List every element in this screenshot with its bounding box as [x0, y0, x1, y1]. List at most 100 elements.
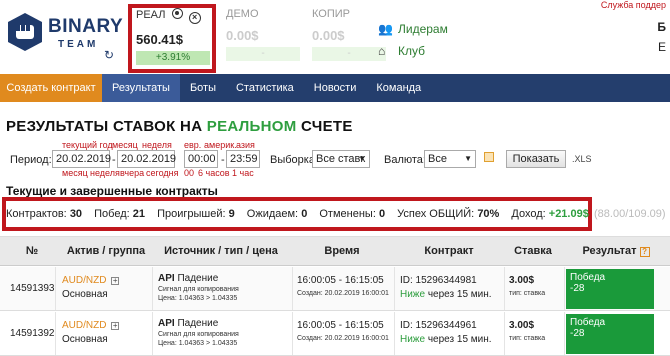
nav-results[interactable]: Результаты: [102, 74, 180, 102]
stat-income-label: Доход:: [511, 208, 546, 220]
hint-month-bottom[interactable]: месяц: [62, 168, 88, 178]
stat-income-detail: (88.00/109.09): [594, 208, 666, 220]
help-icon[interactable]: ?: [639, 247, 650, 257]
th-number[interactable]: №: [20, 245, 44, 257]
page-title: РЕЗУЛЬТАТЫ СТАВОК НА РЕАЛЬНОМ СЧЕТЕ: [6, 118, 353, 135]
stat-cancelled-label: Отменены:: [319, 208, 376, 220]
top-header: BINARY TEAM ↻ РЕАЛ × 560.41$ +3.91% ДЕМО…: [0, 0, 670, 73]
club-label: Клуб: [398, 44, 425, 58]
show-button[interactable]: Показать: [506, 150, 566, 168]
stat-waiting-label: Ожидаем:: [246, 208, 299, 220]
row-source: API Падение: [158, 273, 219, 284]
row-contract-id: ID: 15296344961: [400, 320, 477, 331]
user-secondary: Е: [657, 40, 666, 54]
row-asset[interactable]: AUD/NZD +: [62, 275, 120, 286]
club-link[interactable]: ⌂ Клуб: [378, 42, 448, 64]
row-id: 14591392: [10, 328, 55, 339]
nav-bots[interactable]: Боты: [180, 74, 226, 102]
account-copy[interactable]: КОПИР 0.00$ -: [312, 8, 386, 64]
hint-asia[interactable]: азия: [236, 140, 255, 150]
hint-6-hours[interactable]: 6 часов: [198, 168, 230, 178]
stat-losses-label: Проигрышей:: [157, 208, 226, 220]
table-row[interactable]: 14591393 AUD/NZD + Основная API Падение …: [0, 267, 670, 311]
row-price: Цена: 1.04363 > 1.04335: [158, 295, 238, 302]
title-highlight: РЕАЛЬНОМ: [206, 118, 297, 135]
nav-create-contract[interactable]: Создать контракт: [0, 74, 102, 102]
row-contract-direction: Ниже через 15 мин.: [400, 334, 492, 345]
row-id: 14591393: [10, 283, 55, 294]
user-initial: Б: [657, 20, 666, 34]
support-link[interactable]: Служба поддер: [601, 0, 666, 10]
date-to-input[interactable]: 20.02.2019: [117, 150, 176, 168]
header-links: 👥 Лидерам ⌂ Клуб: [378, 20, 448, 64]
stat-waiting: 0: [301, 208, 308, 220]
row-price: Цена: 1.04363 > 1.04335: [158, 340, 238, 347]
row-signal: Сигнал для копирования: [158, 331, 239, 338]
table-row[interactable]: 14591392 AUD/NZD + Основная API Падение …: [0, 312, 670, 356]
row-stake-type: тип: ставка: [509, 290, 546, 297]
time-to-input[interactable]: 23:59: [226, 150, 260, 168]
nav-statistics[interactable]: Статистика: [226, 74, 304, 102]
nav-news[interactable]: Новости: [304, 74, 367, 102]
nav-team[interactable]: Команда: [366, 74, 431, 102]
th-contract[interactable]: Контракт: [394, 245, 504, 257]
th-source[interactable]: Источник / тип / цена: [152, 245, 290, 257]
hint-1-hour[interactable]: 1 час: [232, 168, 254, 178]
th-time[interactable]: Время: [292, 245, 392, 257]
currency-label: Валюта:: [384, 154, 426, 166]
stat-wins-label: Побед:: [94, 208, 130, 220]
row-stake: 3.00$: [509, 320, 535, 331]
row-contract-direction: Ниже через 15 мин.: [400, 289, 492, 300]
hint-america[interactable]: америк.: [204, 140, 237, 150]
account-demo[interactable]: ДЕМО 0.00$ -: [226, 8, 300, 64]
row-contract-id: ID: 15296344981: [400, 275, 477, 286]
currency-select[interactable]: Все ▼: [424, 150, 476, 168]
th-asset[interactable]: Актив / группа: [56, 245, 156, 257]
row-created: Создан: 20.02.2019 16:00:01: [297, 335, 389, 342]
refresh-icon[interactable]: ↻: [104, 48, 114, 62]
hint-week-bottom[interactable]: неделя: [90, 168, 120, 178]
selection-select[interactable]: Все ставк ▼: [312, 150, 370, 168]
currency-value: Все: [428, 153, 447, 165]
binary-team-logo[interactable]: BINARY TEAM: [6, 10, 123, 60]
hint-today[interactable]: сегодня: [146, 168, 179, 178]
real-account-highlight: [128, 4, 216, 73]
th-stake[interactable]: Ставка: [504, 245, 562, 257]
plus-icon[interactable]: +: [111, 277, 120, 285]
row-result-badge: Победа -28: [566, 269, 654, 309]
hint-current-year[interactable]: текущий год: [62, 140, 113, 150]
stat-contracts: 30: [69, 208, 83, 220]
calendar-icon[interactable]: [484, 152, 494, 162]
row-result-badge: Победа -28: [566, 314, 654, 354]
plus-icon[interactable]: +: [111, 322, 120, 330]
leaders-link[interactable]: 👥 Лидерам: [378, 20, 448, 42]
hint-week-top[interactable]: неделя: [142, 140, 172, 150]
section-title: Текущие и завершенные контракты: [6, 184, 218, 198]
chevron-down-icon: ▼: [358, 154, 366, 163]
hint-00[interactable]: 00: [184, 168, 194, 178]
title-prefix: РЕЗУЛЬТАТЫ СТАВОК НА: [6, 118, 207, 135]
logo-sub: TEAM: [58, 39, 99, 50]
date-from-input[interactable]: 20.02.2019: [52, 150, 111, 168]
stat-contracts-label: Контрактов:: [6, 208, 67, 220]
row-stake-type: тип: ставка: [509, 335, 546, 342]
hint-yesterday[interactable]: вчера: [120, 168, 144, 178]
table-header: № Актив / группа Источник / тип / цена В…: [0, 236, 670, 266]
period-label: Период:: [10, 154, 52, 166]
logo-word: BINARY: [48, 16, 124, 37]
row-time: 16:00:05 - 16:15:05: [297, 320, 384, 331]
hint-eur[interactable]: евр.: [184, 140, 201, 150]
row-stake: 3.00$: [509, 275, 535, 286]
account-copy-name: КОПИР: [312, 8, 350, 20]
home-icon: ⌂: [378, 44, 386, 58]
th-result[interactable]: Результат?: [570, 245, 662, 257]
row-asset[interactable]: AUD/NZD +: [62, 320, 120, 331]
hint-month-top[interactable]: месяц: [112, 140, 138, 150]
xls-export-link[interactable]: .XLS: [572, 154, 592, 164]
row-created: Создан: 20.02.2019 16:00:01: [297, 290, 389, 297]
account-copy-balance: 0.00$: [312, 28, 345, 43]
time-from-input[interactable]: 00:00: [184, 150, 218, 168]
account-demo-change: -: [226, 47, 300, 61]
title-suffix: СЧЕТЕ: [296, 118, 353, 135]
stat-success: 70%: [477, 208, 500, 220]
